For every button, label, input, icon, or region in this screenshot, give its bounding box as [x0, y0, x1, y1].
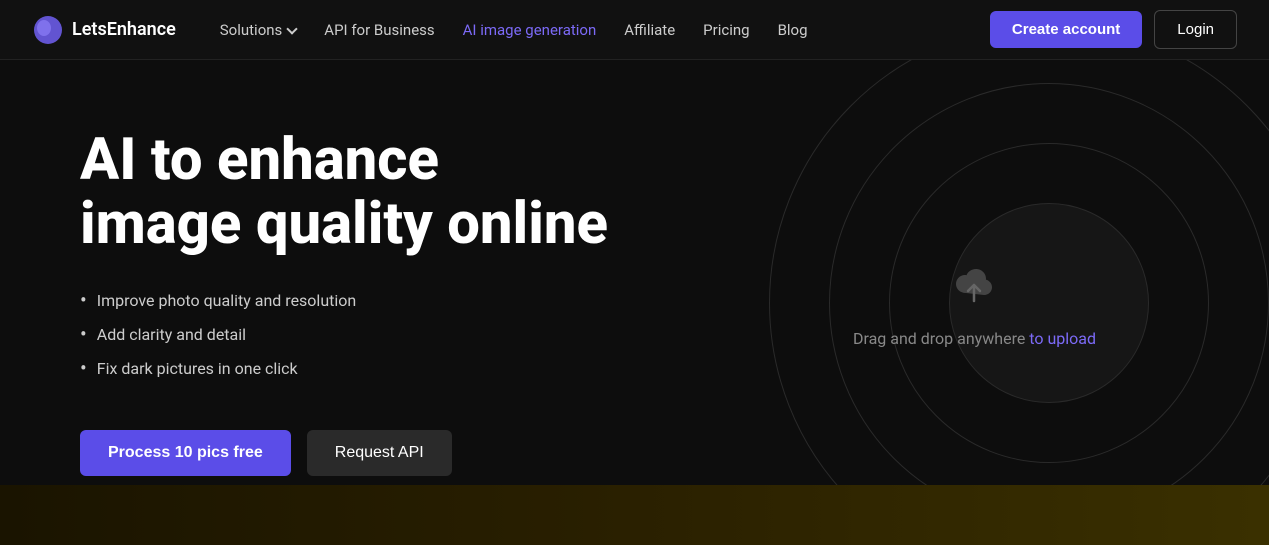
nav-link-api-for-business[interactable]: API for Business [312, 13, 446, 47]
nav-link-blog[interactable]: Blog [766, 13, 820, 47]
bullet-1: Improve photo quality and resolution [80, 288, 620, 312]
logo[interactable]: LetsEnhance [32, 14, 176, 46]
process-pics-button[interactable]: Process 10 pics free [80, 430, 291, 476]
nav-actions: Create account Login [990, 10, 1237, 49]
hero-left: AI to enhance image quality online Impro… [0, 60, 680, 545]
hero-ctas: Process 10 pics free Request API [80, 430, 620, 476]
nav-link-solutions[interactable]: Solutions [208, 13, 309, 47]
upload-instructions: Drag and drop anywhere to upload [853, 329, 1096, 348]
hero-right[interactable]: Drag and drop anywhere to upload [680, 60, 1269, 545]
nav-link-pricing[interactable]: Pricing [691, 13, 761, 47]
bottom-strip-decoration [0, 485, 1269, 545]
nav-link-ai-image-generation[interactable]: AI image generation [451, 13, 609, 47]
upload-zone[interactable]: Drag and drop anywhere to upload [853, 257, 1096, 348]
hero-title: AI to enhance image quality online [80, 129, 620, 257]
chevron-down-icon [287, 23, 298, 34]
hero-section: AI to enhance image quality online Impro… [0, 60, 1269, 545]
logo-icon [32, 14, 64, 46]
request-api-button[interactable]: Request API [307, 430, 452, 476]
hero-bullets: Improve photo quality and resolution Add… [80, 288, 620, 390]
upload-cloud-icon [946, 257, 1002, 313]
login-button[interactable]: Login [1154, 10, 1237, 49]
bullet-3: Fix dark pictures in one click [80, 356, 620, 380]
nav-links: Solutions API for Business AI image gene… [208, 13, 982, 47]
create-account-button[interactable]: Create account [990, 11, 1142, 48]
upload-link[interactable]: to upload [1029, 329, 1096, 348]
bullet-2: Add clarity and detail [80, 322, 620, 346]
nav-link-affiliate[interactable]: Affiliate [612, 13, 687, 47]
logo-text: LetsEnhance [72, 19, 176, 40]
